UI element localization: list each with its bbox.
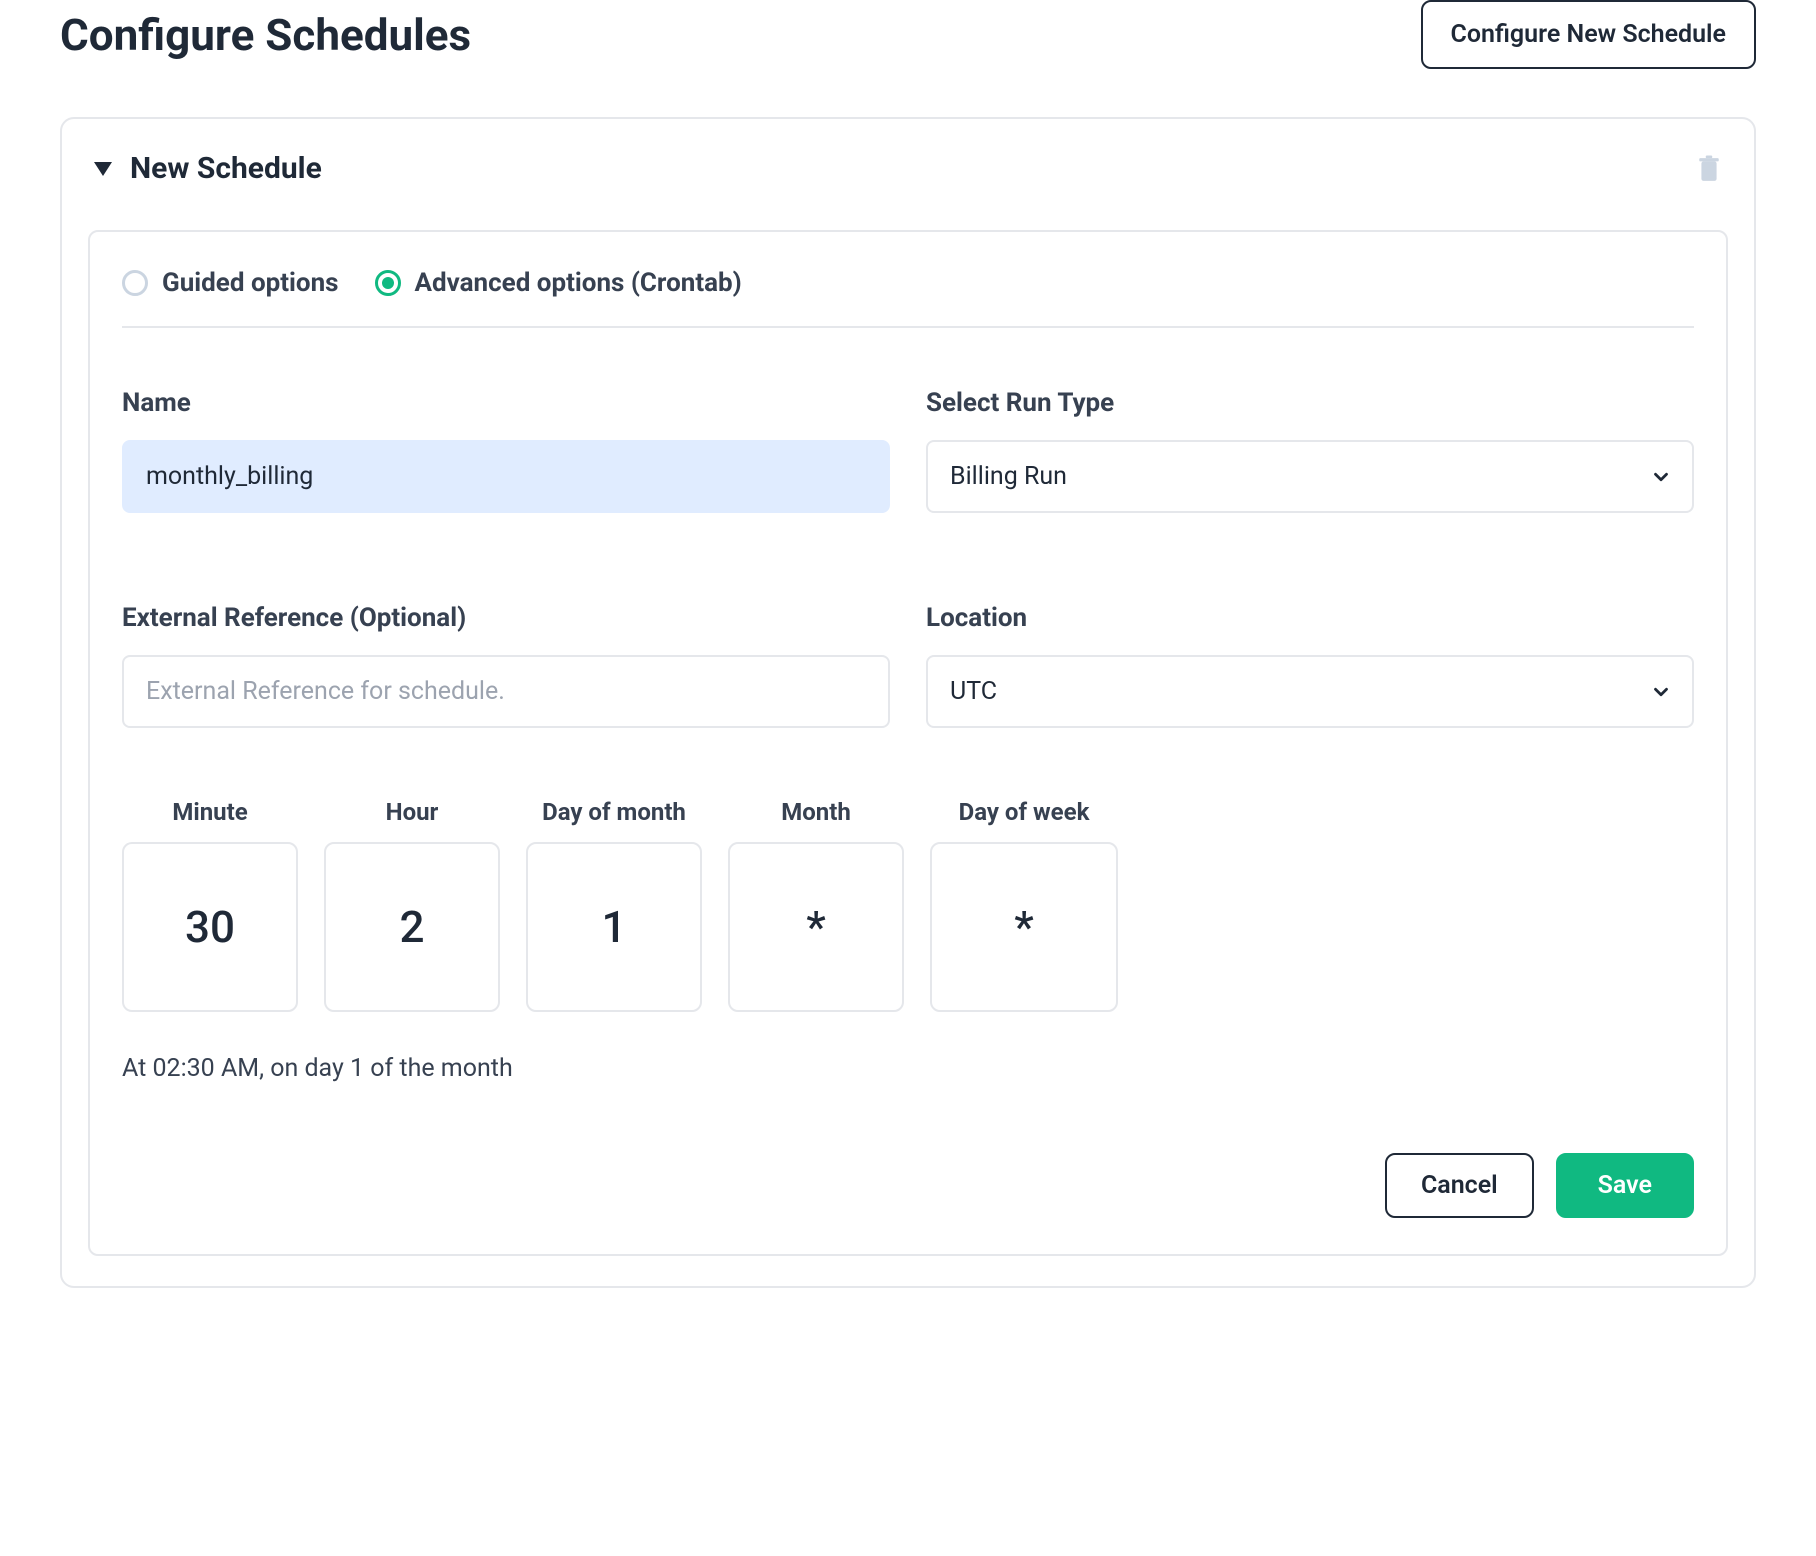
panel-toggle[interactable]: New Schedule xyxy=(94,151,322,186)
cron-month-input[interactable] xyxy=(728,842,904,1012)
cron-day-of-month-field: Day of month xyxy=(526,798,702,1012)
name-input[interactable] xyxy=(122,440,890,513)
radio-icon xyxy=(122,270,148,296)
cron-minute-field: Minute xyxy=(122,798,298,1012)
options-mode-radio-group: Guided options Advanced options (Crontab… xyxy=(122,268,1694,328)
cron-day-of-month-label: Day of month xyxy=(542,798,686,826)
cron-day-of-week-field: Day of week xyxy=(930,798,1118,1012)
form-actions: Cancel Save xyxy=(122,1153,1694,1218)
schedule-form-card: Guided options Advanced options (Crontab… xyxy=(88,230,1728,1256)
run-type-field: Select Run Type Billing Run xyxy=(926,388,1694,513)
run-type-label: Select Run Type xyxy=(926,388,1694,418)
cron-day-of-week-label: Day of week xyxy=(959,798,1090,826)
cancel-button[interactable]: Cancel xyxy=(1385,1153,1534,1218)
delete-schedule-button[interactable] xyxy=(1696,154,1722,184)
run-type-select[interactable]: Billing Run xyxy=(926,440,1694,513)
location-select[interactable]: UTC xyxy=(926,655,1694,728)
cron-hour-input[interactable] xyxy=(324,842,500,1012)
guided-options-label: Guided options xyxy=(162,268,339,298)
cron-fields-row: Minute Hour Day of month Month Day of we… xyxy=(122,798,1694,1012)
cron-summary-text: At 02:30 AM, on day 1 of the month xyxy=(122,1054,1694,1083)
cron-month-label: Month xyxy=(781,798,851,826)
cron-minute-input[interactable] xyxy=(122,842,298,1012)
cron-hour-field: Hour xyxy=(324,798,500,1012)
radio-icon-selected xyxy=(375,270,401,296)
configure-new-schedule-button[interactable]: Configure New Schedule xyxy=(1421,0,1756,69)
save-button[interactable]: Save xyxy=(1556,1153,1694,1218)
cron-month-field: Month xyxy=(728,798,904,1012)
panel-title: New Schedule xyxy=(130,151,322,186)
page-header: Configure Schedules Configure New Schedu… xyxy=(60,0,1756,117)
advanced-options-label: Advanced options (Crontab) xyxy=(415,268,742,298)
location-field: Location UTC xyxy=(926,603,1694,728)
cron-hour-label: Hour xyxy=(386,798,439,826)
cron-minute-label: Minute xyxy=(172,798,247,826)
caret-down-icon xyxy=(94,162,112,176)
schedule-panel: New Schedule Guided options Advanced opt… xyxy=(60,117,1756,1288)
cron-day-of-month-input[interactable] xyxy=(526,842,702,1012)
external-reference-label: External Reference (Optional) xyxy=(122,603,890,633)
cron-day-of-week-input[interactable] xyxy=(930,842,1118,1012)
panel-header: New Schedule xyxy=(88,143,1728,230)
page-title: Configure Schedules xyxy=(60,9,471,61)
location-label: Location xyxy=(926,603,1694,633)
name-label: Name xyxy=(122,388,890,418)
guided-options-radio[interactable]: Guided options xyxy=(122,268,339,298)
form-grid: Name Select Run Type Billing Run Externa… xyxy=(122,388,1694,728)
name-field: Name xyxy=(122,388,890,513)
advanced-options-radio[interactable]: Advanced options (Crontab) xyxy=(375,268,742,298)
external-reference-field: External Reference (Optional) xyxy=(122,603,890,728)
external-reference-input[interactable] xyxy=(122,655,890,728)
